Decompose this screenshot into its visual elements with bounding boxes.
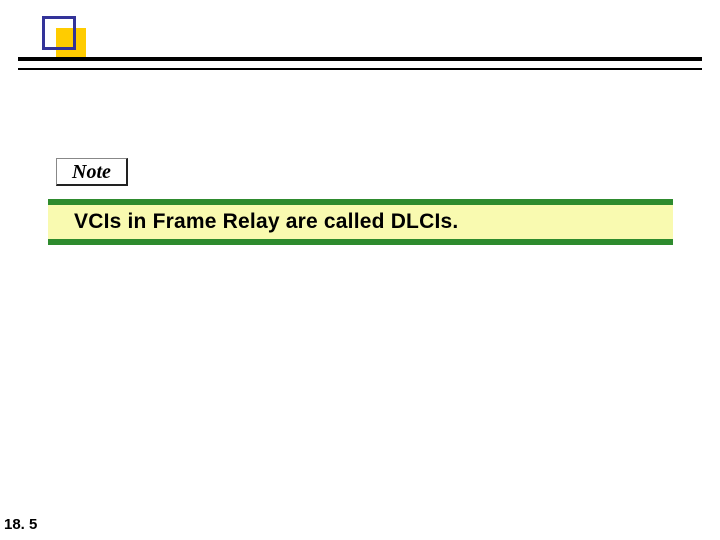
banner-bottom-bar: [48, 239, 673, 245]
horizontal-rule-thin: [18, 68, 702, 70]
note-box: Note: [56, 158, 128, 186]
banner-body: VCIs in Frame Relay are called DLCIs.: [48, 205, 673, 239]
horizontal-rule-thick: [18, 57, 702, 61]
slide: Note VCIs in Frame Relay are called DLCI…: [0, 0, 720, 540]
blue-square-outline-icon: [42, 16, 76, 50]
highlight-banner: VCIs in Frame Relay are called DLCIs.: [48, 199, 673, 245]
note-label: Note: [72, 162, 111, 182]
page-number: 18. 5: [4, 516, 37, 533]
banner-text: VCIs in Frame Relay are called DLCIs.: [74, 210, 458, 234]
header-decoration: [42, 16, 86, 60]
